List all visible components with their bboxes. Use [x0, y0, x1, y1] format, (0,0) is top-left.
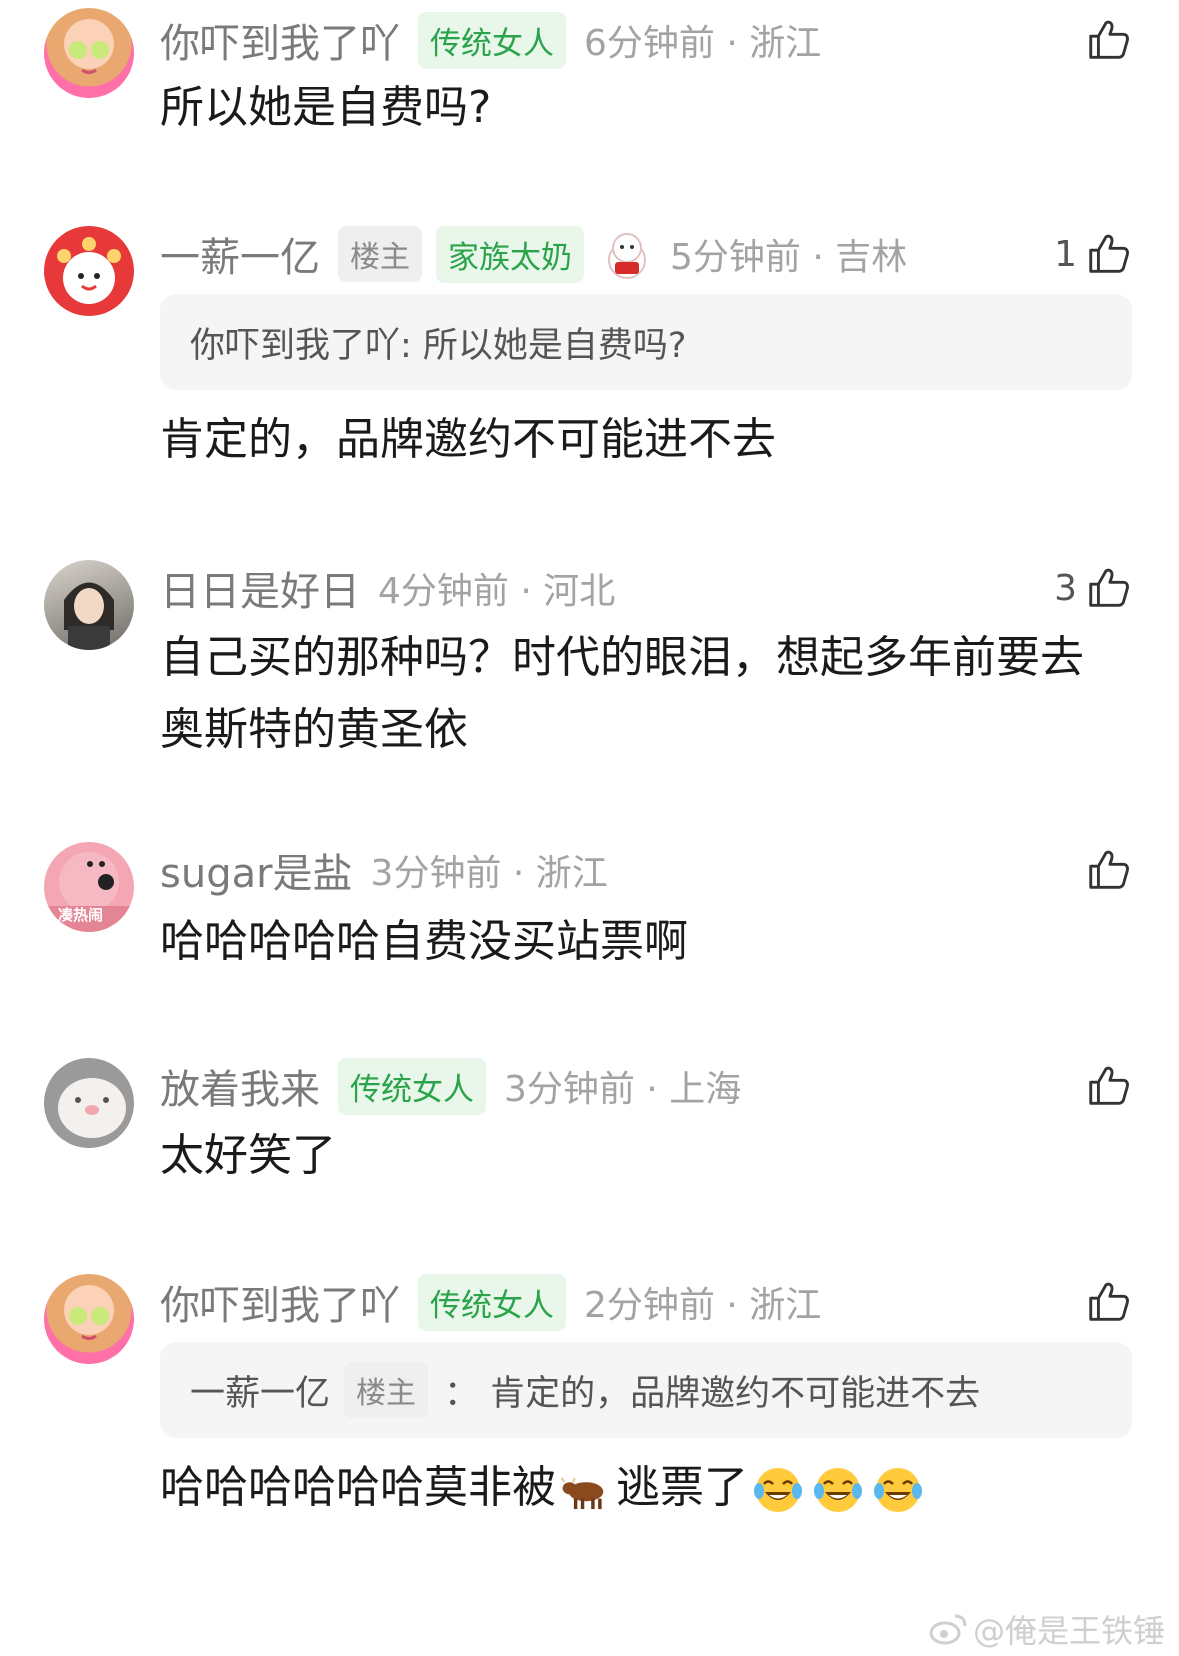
like-button[interactable]: [1085, 12, 1131, 68]
op-badge: 楼主: [344, 1362, 429, 1418]
comment-meta: 日日是好日 4分钟前 · 河北: [160, 560, 615, 616]
op-badge: 楼主: [338, 226, 422, 282]
timestamp: 3分钟前 · 浙江: [370, 853, 608, 894]
fan-badge: 传统女人: [338, 1057, 486, 1115]
timestamp: 3分钟前 · 上海: [504, 1069, 742, 1110]
thumbs-up-icon: [1085, 847, 1131, 893]
quoted-reply[interactable]: 一薪一亿 楼主 ： 肯定的，品牌邀约不可能进不去: [160, 1342, 1132, 1438]
watermark: @俺是王铁锤: [929, 1606, 1165, 1652]
thumbs-up-icon: [1085, 1063, 1131, 1109]
timestamp: 4分钟前 · 河北: [378, 571, 616, 612]
comment-text: 哈哈哈哈哈自费没买站票啊: [160, 916, 688, 967]
username[interactable]: 一薪一亿: [160, 225, 320, 283]
comment-text: 自己买的那种吗？时代的眼泪，想起多年前要去奥斯特的黄圣依: [160, 632, 1084, 755]
thumbs-up-icon: [1085, 231, 1131, 277]
like-count: 1: [1054, 233, 1077, 275]
like-button[interactable]: [1085, 1058, 1131, 1114]
fan-badge: 传统女人: [418, 11, 566, 69]
comment-meta: 放着我来 传统女人 3分钟前 · 上海: [160, 1057, 742, 1115]
like-button[interactable]: 3: [1054, 560, 1131, 616]
watermark-text: @俺是王铁锤: [972, 1612, 1165, 1650]
avatar[interactable]: 凑热闹: [44, 842, 134, 932]
timestamp: 2分钟前 · 浙江: [584, 1285, 822, 1326]
like-count: 3: [1054, 567, 1077, 609]
tears-of-joy-emoji-icon: [752, 1464, 804, 1516]
comment-text: 肯定的，品牌邀约不可能进不去: [160, 414, 776, 465]
like-button[interactable]: 1: [1054, 226, 1131, 282]
avatar-tag: 凑热闹: [58, 906, 104, 924]
username[interactable]: 日日是好日: [160, 559, 360, 617]
avatar[interactable]: [44, 560, 134, 650]
comment-text: 哈哈哈哈哈哈莫非被 逃票了: [160, 1452, 1120, 1524]
quoted-reply[interactable]: 你吓到我了吖: 所以她是自费吗?: [160, 294, 1132, 390]
quote-text: 你吓到我了吖: 所以她是自费吗?: [190, 325, 687, 366]
weibo-logo-icon: [929, 1614, 967, 1645]
comment-text: 所以她是自费吗?: [160, 82, 492, 133]
thumbs-up-icon: [1085, 17, 1131, 63]
tears-of-joy-emoji-icon: [812, 1464, 864, 1516]
thumbs-up-icon: [1085, 565, 1131, 611]
like-button[interactable]: [1085, 842, 1131, 898]
username[interactable]: 放着我来: [160, 1057, 320, 1115]
comment-meta: 你吓到我了吖 传统女人 2分钟前 · 浙江: [160, 1273, 822, 1331]
quote-username: 一薪一亿: [190, 1373, 331, 1414]
avatar[interactable]: [44, 226, 134, 316]
comment-text-part: 逃票了: [616, 1462, 748, 1513]
fan-badge: 家族太奶: [436, 225, 584, 283]
comment-meta: 一薪一亿 楼主 家族太奶 5分钟前 · 吉林: [160, 225, 908, 283]
avatar[interactable]: [44, 8, 134, 98]
comment-text-part: 哈哈哈哈哈哈莫非被: [160, 1462, 556, 1513]
timestamp: 5分钟前 · 吉林: [670, 237, 908, 278]
cow-emoji-icon: [560, 1477, 604, 1510]
thumbs-up-icon: [1085, 1279, 1131, 1325]
username[interactable]: sugar是盐: [160, 841, 353, 899]
timestamp: 6分钟前 · 浙江: [584, 23, 822, 64]
comment-meta: sugar是盐 3分钟前 · 浙江: [160, 842, 608, 898]
comment-text: 太好笑了: [160, 1130, 336, 1181]
avatar[interactable]: [44, 1274, 134, 1364]
username[interactable]: 你吓到我了吖: [160, 1273, 400, 1331]
avatar[interactable]: [44, 1058, 134, 1148]
fan-badge: 传统女人: [418, 1273, 566, 1331]
lucky-cat-icon: [608, 233, 646, 279]
username[interactable]: 你吓到我了吖: [160, 11, 400, 69]
tears-of-joy-emoji-icon: [872, 1464, 924, 1516]
like-button[interactable]: [1085, 1274, 1131, 1330]
quote-text: ： 肯定的，品牌邀约不可能进不去: [444, 1373, 981, 1414]
comment-meta: 你吓到我了吖 传统女人 6分钟前 · 浙江: [160, 11, 822, 69]
